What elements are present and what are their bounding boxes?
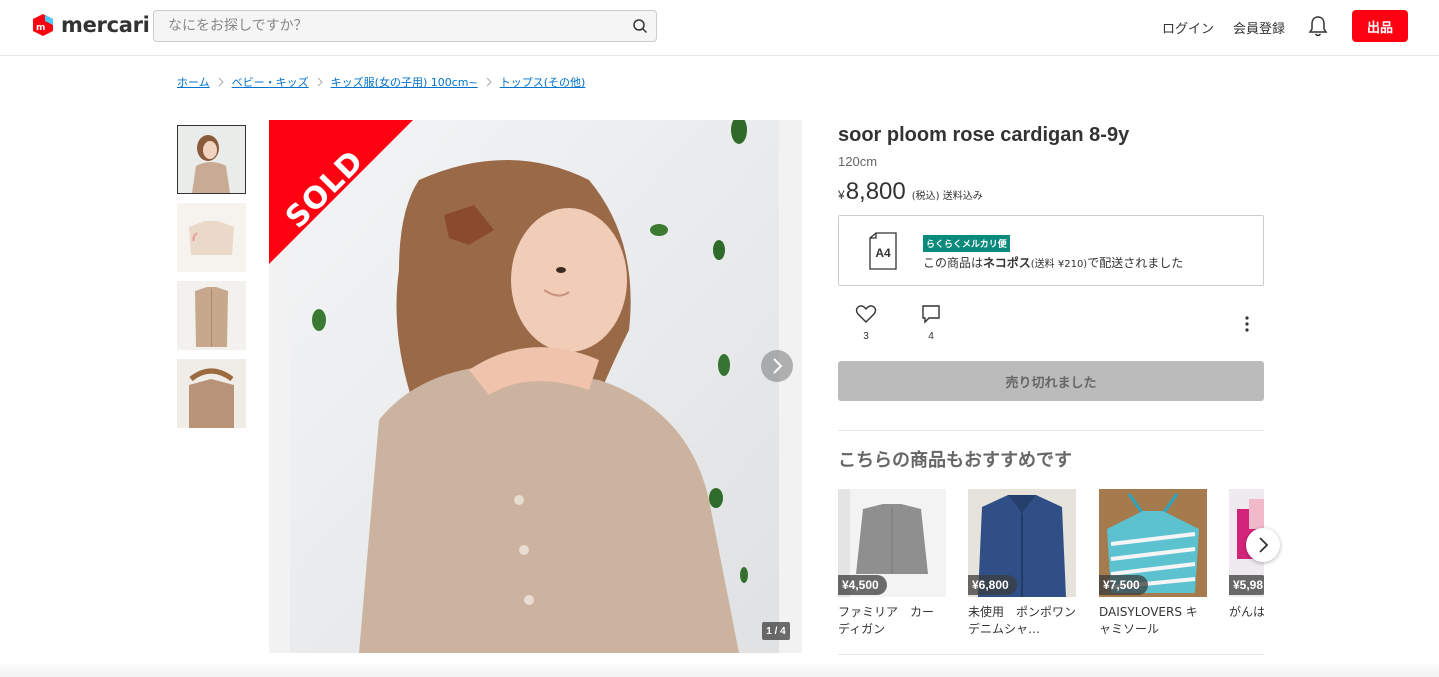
more-options-icon[interactable] <box>1240 314 1254 334</box>
item-title: soor ploom rose cardigan 8-9y <box>838 124 1130 146</box>
site-header: m mercari ログイン 会員登録 出品 <box>0 0 1439 56</box>
search-bar[interactable] <box>153 10 657 42</box>
recommendation-card[interactable]: ¥6,800 未使用 ポンポワン デニムシャ… <box>968 489 1076 638</box>
recommendation-image: ¥7,500 <box>1099 489 1207 597</box>
recommendation-price: ¥4,500 <box>838 575 887 595</box>
recommendation-card[interactable]: ¥4,500 ファミリア カーディガン <box>838 489 946 638</box>
comment-icon <box>922 305 940 324</box>
thumbnail-2[interactable] <box>177 203 246 272</box>
recommendation-image: ¥6,800 <box>968 489 1076 597</box>
image-next-button[interactable] <box>761 350 793 382</box>
mercari-logo-icon: m <box>33 14 53 36</box>
heart-icon <box>855 305 877 323</box>
shipping-service-tag: らくらくメルカリ便 <box>923 235 1010 252</box>
breadcrumb-kids-girls[interactable]: キッズ服(女の子用) 100cm~ <box>331 74 478 90</box>
recommendation-image: ¥4,500 <box>838 489 946 597</box>
like-count: 3 <box>863 331 869 342</box>
chevron-right-icon <box>218 77 224 87</box>
section-divider <box>838 654 1264 655</box>
sell-button[interactable]: 出品 <box>1352 10 1408 42</box>
tax-shipping-note: (税込) 送料込み <box>911 191 983 202</box>
thumbnail-image <box>177 281 246 350</box>
recommendation-name: がんは 丸襟の <box>1229 605 1264 619</box>
thumbnail-3[interactable] <box>177 281 246 350</box>
chevron-right-icon <box>486 77 492 87</box>
chevron-right-icon <box>773 358 783 374</box>
shipping-description: この商品はネコポス(送料 ¥210)で配送されました <box>923 254 1183 271</box>
notification-bell-icon[interactable] <box>1308 15 1328 37</box>
recommendation-name: ファミリア カーディガン <box>838 605 935 636</box>
signup-link[interactable]: 会員登録 <box>1233 18 1285 37</box>
search-input[interactable] <box>154 11 614 41</box>
breadcrumb-home[interactable]: ホーム <box>177 74 210 90</box>
breadcrumb-baby-kids[interactable]: ベビー・キッズ <box>232 74 309 90</box>
a4-icon-label: A4 <box>875 246 891 260</box>
image-counter: 1 / 4 <box>762 622 790 640</box>
svg-text:m: m <box>36 23 45 33</box>
recommendation-card[interactable]: ¥5,98 がんは 丸襟の <box>1229 489 1264 638</box>
shipping-text-prefix: この商品は <box>923 256 984 270</box>
recommendation-card[interactable]: ¥7,500 DAISYLOVERS キャミソール <box>1099 489 1207 638</box>
chevron-right-icon <box>1259 537 1269 553</box>
thumbnail-image <box>177 203 246 272</box>
recommendations-title: こちらの商品もおすすめです <box>838 450 1072 471</box>
login-link[interactable]: ログイン <box>1162 18 1214 37</box>
thumbnail-1[interactable] <box>177 125 246 194</box>
recommendation-name: 未使用 ポンポワン デニムシャ… <box>968 605 1076 636</box>
recommendation-price: ¥6,800 <box>968 575 1017 595</box>
recommendation-price: ¥5,98 <box>1229 575 1264 595</box>
breadcrumb: ホーム ベビー・キッズ キッズ服(女の子用) 100cm~ トップス(その他) <box>177 74 585 90</box>
currency-symbol: ¥ <box>838 188 845 202</box>
mercari-logo[interactable]: m mercari <box>31 13 150 37</box>
like-button[interactable]: 3 <box>851 304 881 342</box>
search-icon[interactable] <box>632 18 648 34</box>
thumbnail-image <box>178 126 245 193</box>
shipping-text-suffix: で配送されました <box>1087 256 1184 270</box>
shipping-info-box: A4 らくらくメルカリ便 この商品はネコポス(送料 ¥210)で配送されました <box>838 215 1264 286</box>
breadcrumb-tops[interactable]: トップス(その他) <box>500 74 586 90</box>
section-divider <box>838 430 1264 431</box>
item-size: 120cm <box>838 154 878 169</box>
recommendation-price: ¥7,500 <box>1099 575 1148 595</box>
item-price: 8,800 <box>845 178 906 205</box>
logo-text: mercari <box>61 13 150 37</box>
footer-shadow <box>0 662 1439 677</box>
main-product-image[interactable]: SOLD <box>269 120 802 653</box>
recommendations-carousel: ¥4,500 ファミリア カーディガン ¥6,800 未使用 ポンポワン デニム… <box>838 489 1264 649</box>
price-row: ¥ 8,800 (税込) 送料込み <box>838 178 983 206</box>
comment-count: 4 <box>928 331 934 342</box>
sold-out-button: 売り切れました <box>838 361 1264 401</box>
thumbnail-image <box>177 359 246 428</box>
shipping-method: ネコポス <box>983 256 1031 270</box>
comment-button[interactable]: 4 <box>916 304 946 342</box>
shipping-fee: (送料 ¥210) <box>1030 259 1088 270</box>
recommendation-name: DAISYLOVERS キャミソール <box>1099 605 1198 636</box>
thumbnail-4[interactable] <box>177 359 246 428</box>
carousel-next-button[interactable] <box>1246 528 1280 562</box>
chevron-right-icon <box>317 77 323 87</box>
